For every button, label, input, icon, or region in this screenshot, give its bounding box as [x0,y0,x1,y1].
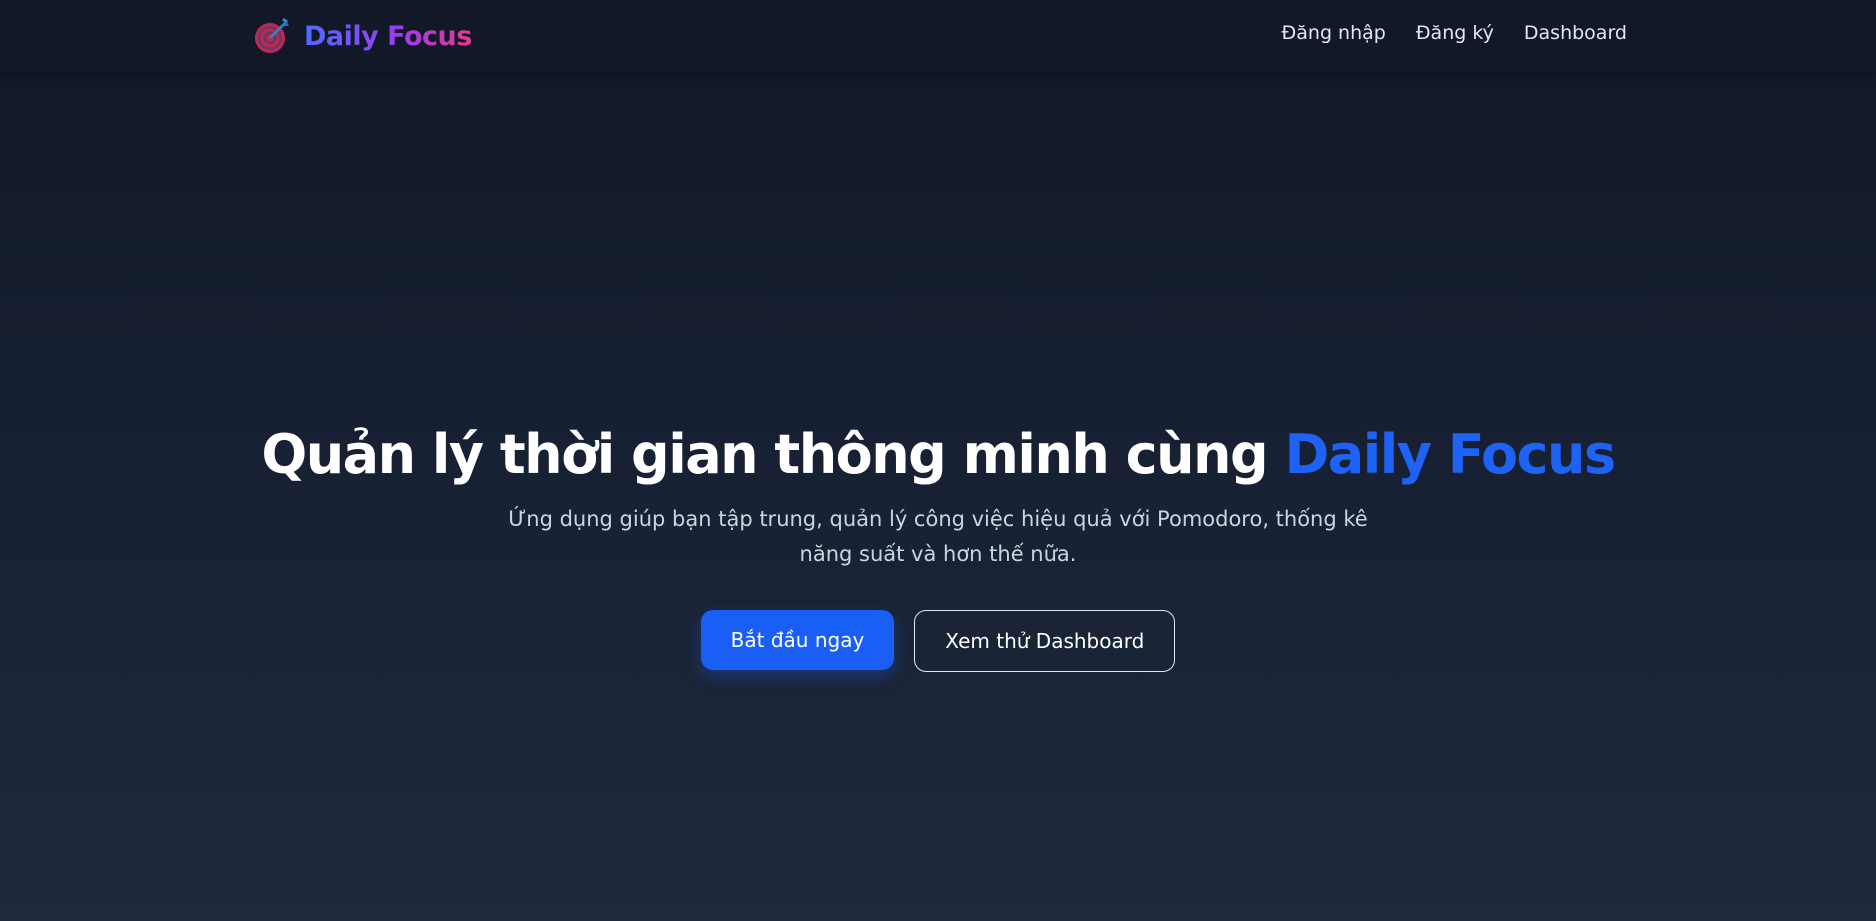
brand-logo[interactable]: Daily Focus [252,16,472,56]
hero-title-accent: Daily Focus [1284,423,1616,486]
navbar: Daily Focus Đăng nhập Đăng ký Dashboard [0,0,1876,72]
nav-links: Đăng nhập Đăng ký Dashboard [1282,22,1627,44]
brand-name: Daily Focus [304,20,472,52]
preview-dashboard-button[interactable]: Xem thử Dashboard [914,610,1176,672]
nav-link-dashboard[interactable]: Dashboard [1524,22,1627,44]
hero-title-text: Quản lý thời gian thông minh cùng [261,423,1268,486]
hero-actions: Bắt đầu ngay Xem thử Dashboard [0,610,1876,672]
hero-section: Quản lý thời gian thông minh cùng Daily … [0,412,1876,672]
dart-target-icon [252,16,292,56]
get-started-button[interactable]: Bắt đầu ngay [700,610,895,670]
hero-subtitle: Ứng dụng giúp bạn tập trung, quản lý côn… [508,507,1368,566]
nav-link-login[interactable]: Đăng nhập [1282,22,1386,44]
hero-title: Quản lý thời gian thông minh cùng Daily … [0,412,1876,498]
nav-link-register[interactable]: Đăng ký [1416,22,1494,44]
